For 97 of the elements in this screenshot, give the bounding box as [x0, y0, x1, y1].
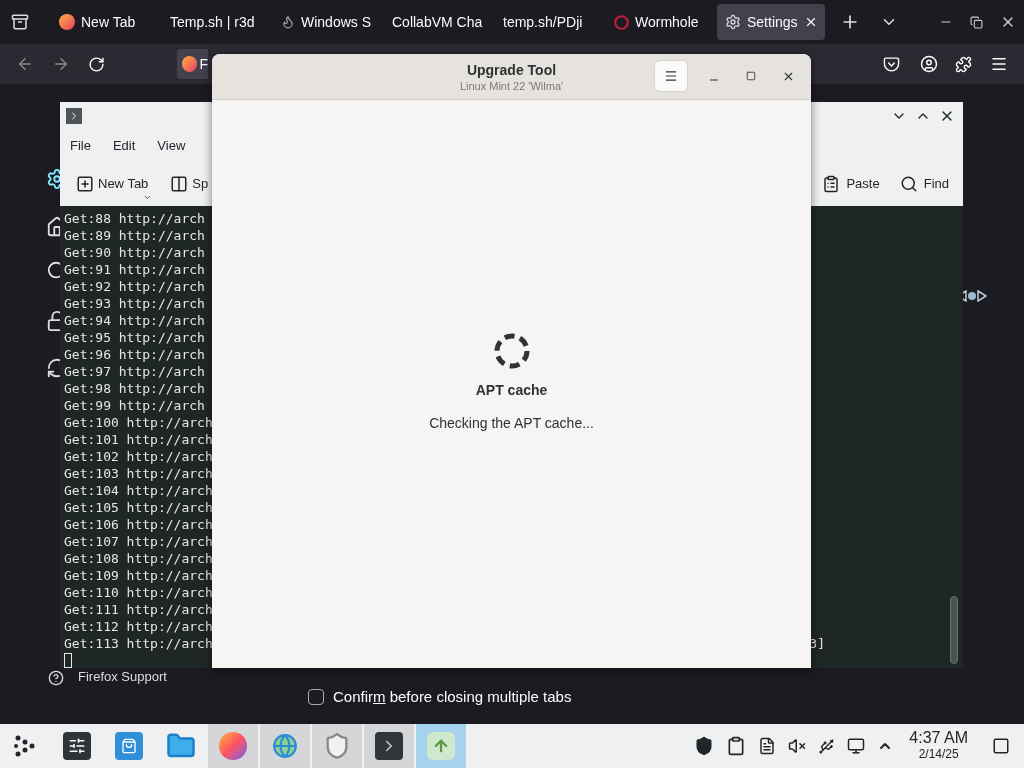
gear-icon[interactable]	[46, 168, 60, 190]
menu-item[interactable]: View	[157, 136, 186, 156]
terminal-line: Get:96 http://arch	[64, 346, 205, 363]
toolbar-button[interactable]: Sp	[170, 166, 213, 202]
reload-icon[interactable]	[88, 55, 105, 73]
usb-icon[interactable]	[818, 737, 836, 755]
clipboard-icon[interactable]	[726, 736, 747, 756]
toolbar-button[interactable]: Paste	[822, 174, 880, 194]
pocket-icon[interactable]	[883, 55, 900, 73]
browser-tab[interactable]: Windows S	[273, 4, 381, 40]
account-icon[interactable]	[920, 55, 938, 73]
terminal-line: Get:88 http://arch	[64, 210, 205, 227]
window-title: Upgrade Tool	[466, 60, 557, 79]
menu-item[interactable]: File	[70, 136, 91, 156]
identity-button[interactable]: F	[177, 49, 208, 79]
tab-title: Wormhole	[635, 12, 699, 32]
tab-title: Windows S	[301, 12, 372, 32]
gear-icon	[725, 14, 741, 30]
terminal-line: Get:93 http://arch	[64, 295, 205, 312]
help-icon[interactable]	[48, 670, 64, 686]
tab-list-icon[interactable]	[11, 13, 29, 31]
sync-icon[interactable]	[46, 357, 60, 379]
taskbar-app[interactable]	[364, 724, 414, 768]
lock-icon[interactable]	[46, 310, 60, 332]
terminal-line: Get:98 http://arch	[64, 380, 205, 397]
terminal-line: Get:109 http://arch	[64, 567, 213, 584]
terminal-line: Get:90 http://arch	[64, 244, 205, 261]
browser-tab[interactable]: Temp.sh | r3d	[162, 4, 270, 40]
clipboard-icon	[822, 175, 841, 193]
terminal-line: Get:110 http://arch	[64, 584, 213, 601]
browser-tab[interactable]: CollabVM Cha	[384, 4, 492, 40]
globe-icon	[272, 733, 298, 759]
terminal-line: Get:101 http://arch	[64, 431, 213, 448]
menu-icon[interactable]	[990, 55, 1008, 73]
terminal-line: Get:100 http://arch	[64, 414, 213, 431]
browser-tab[interactable]: Settings	[717, 4, 825, 40]
extensions-icon[interactable]	[955, 55, 972, 73]
tab-title: Settings	[747, 12, 798, 32]
checkbox[interactable]	[308, 689, 324, 706]
terminal-line: Get:113 http://arch	[64, 635, 213, 652]
support-link[interactable]: Firefox Support	[78, 669, 167, 684]
terminal-line: Get:112 http://arch	[64, 618, 213, 635]
menu-icon	[664, 69, 678, 83]
status-text: Checking the APT cache...	[429, 414, 594, 433]
terminal-line: Get:92 http://arch	[64, 278, 205, 295]
checkbox-label[interactable]: Confirm before closing multiple tabs	[333, 686, 572, 709]
tab-title: Temp.sh | r3d	[170, 12, 255, 32]
network-icon[interactable]	[847, 737, 866, 755]
shield-icon[interactable]	[694, 736, 715, 756]
terminal-line-end: 3]	[809, 635, 825, 652]
muted-speaker-icon[interactable]	[788, 737, 807, 755]
terminal-line: Get:107 http://arch	[64, 533, 213, 550]
terminal-line: Get:91 http://arch	[64, 261, 205, 278]
terminal-line: Get:104 http://arch	[64, 482, 213, 499]
ring-icon	[614, 14, 629, 30]
browser-tab[interactable]: New Tab	[51, 4, 159, 40]
terminal-icon	[375, 732, 403, 760]
terminal-line: Get:89 http://arch	[64, 227, 205, 244]
toolbar-button[interactable]: New Tab	[76, 166, 153, 202]
menu-item[interactable]: Edit	[112, 136, 136, 156]
browser-tab[interactable]: temp.sh/PDji	[495, 4, 603, 40]
cursor	[64, 653, 72, 668]
shopping-bag-icon	[115, 732, 143, 760]
status-title: APT cache	[475, 381, 548, 400]
menu-button[interactable]	[654, 60, 688, 92]
terminal-line: Get:108 http://arch	[64, 550, 213, 567]
window-subtitle: Linux Mint 22 'Wilma'	[459, 78, 564, 93]
toolbar-button[interactable]: Find	[899, 174, 949, 194]
maximize-icon[interactable]	[746, 71, 756, 81]
tab-title: CollabVM Cha	[392, 12, 483, 32]
tab-title: New Tab	[81, 12, 136, 32]
clock-date[interactable]: 2/14/25	[918, 746, 959, 762]
terminal-line: Get:94 http://arch	[64, 312, 205, 329]
terminal-line: Get:111 http://arch	[64, 601, 213, 618]
home-icon[interactable]	[46, 216, 60, 238]
sliders-icon	[63, 732, 91, 760]
terminal-icon	[66, 108, 82, 124]
terminal-line: Get:95 http://arch	[64, 329, 205, 346]
clock-time[interactable]: 4:37 AM	[909, 730, 968, 746]
terminal-line: Get:105 http://arch	[64, 499, 213, 516]
browser-tab[interactable]: Wormhole	[606, 4, 714, 40]
back-icon[interactable]	[16, 55, 34, 73]
spinner-icon	[492, 332, 531, 370]
notes-icon[interactable]	[758, 737, 777, 755]
terminal-line: Get:97 http://arch	[64, 363, 205, 380]
terminal-line: Get:102 http://arch	[64, 448, 213, 465]
terminal-line: Get:99 http://arch	[64, 397, 205, 414]
split-view-icon	[170, 175, 189, 193]
show-desktop-icon[interactable]	[992, 737, 1010, 755]
forward-icon[interactable]	[52, 55, 70, 73]
tab-title: temp.sh/PDji	[503, 12, 583, 32]
new-tab-icon	[76, 175, 94, 193]
flame-icon	[281, 15, 295, 29]
terminal-line: Get:103 http://arch	[64, 465, 213, 482]
scrollbar-thumb[interactable]	[950, 596, 958, 664]
terminal-line: Get:106 http://arch	[64, 516, 213, 533]
restore-icon[interactable]	[970, 15, 983, 29]
